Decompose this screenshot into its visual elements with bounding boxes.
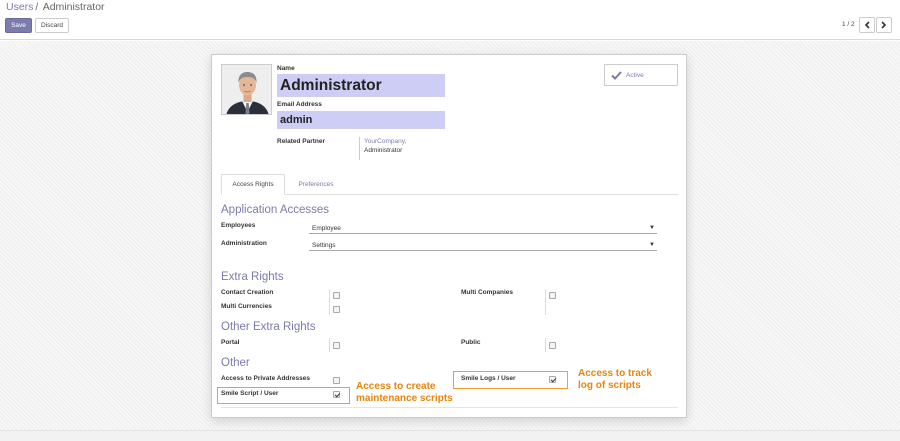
footer-strip (0, 430, 900, 441)
related-partner-name: Administrator (364, 147, 403, 154)
employees-select[interactable]: Employee ▼ (309, 223, 657, 234)
employees-label: Employees (221, 222, 256, 229)
save-button[interactable]: Save (5, 18, 32, 33)
sheet-divider (221, 407, 678, 408)
breadcrumb-separator: / (35, 1, 39, 13)
tab-access-rights[interactable]: Access Rights (221, 174, 285, 195)
pager-value[interactable]: 1 / 2 (842, 21, 855, 28)
form-sheet: Name Administrator Email Address admin R… (211, 54, 687, 418)
portal-label: Portal (221, 339, 240, 346)
field-divider (545, 338, 546, 352)
contact-creation-checkbox[interactable] (333, 292, 340, 299)
chevron-right-icon (881, 21, 887, 29)
name-input[interactable]: Administrator (277, 74, 445, 97)
portal-checkbox[interactable] (333, 342, 340, 349)
related-partner-label: Related Partner (277, 138, 326, 145)
user-avatar[interactable] (221, 64, 272, 115)
private-addresses-checkbox[interactable] (333, 377, 340, 384)
tab-preferences[interactable]: Preferences (286, 174, 346, 195)
check-icon (611, 70, 622, 80)
field-divider (545, 289, 546, 315)
active-label: Active (626, 71, 644, 79)
chevron-down-icon: ▼ (649, 242, 655, 248)
logs-annotation: Access to track log of scripts (578, 368, 652, 391)
email-label: Email Address (277, 101, 322, 108)
smile-logs-checkbox[interactable] (549, 376, 556, 383)
smile-script-checkbox[interactable] (333, 391, 340, 398)
related-partner-link[interactable]: YourCompany, (364, 137, 439, 146)
script-annotation: Access to create maintenance scripts (356, 381, 453, 404)
discard-button[interactable]: Discard (35, 18, 69, 33)
smile-script-label: Smile Script / User (221, 390, 279, 397)
other-title: Other (221, 357, 250, 369)
other-extra-rights-title: Other Extra Rights (221, 321, 316, 333)
multi-companies-checkbox[interactable] (549, 292, 556, 299)
pager-next-button[interactable] (876, 17, 892, 33)
breadcrumb-current: Administrator (42, 1, 105, 13)
multi-currencies-label: Multi Currencies (221, 303, 272, 310)
extra-rights-title: Extra Rights (221, 271, 284, 283)
breadcrumb: Users / Administrator (6, 1, 105, 13)
administration-select-value: Settings (312, 242, 336, 249)
multi-companies-label: Multi Companies (461, 289, 514, 296)
name-label: Name (277, 65, 295, 72)
public-label: Public (461, 339, 481, 346)
pager-previous-button[interactable] (859, 17, 875, 33)
chevron-left-icon (864, 21, 870, 29)
application-accesses-title: Application Accesses (221, 204, 330, 216)
contact-creation-label: Contact Creation (221, 289, 274, 296)
control-panel: Users / Administrator Save Discard 1 / 2 (0, 0, 900, 40)
smile-logs-label: Smile Logs / User (461, 375, 516, 382)
tab-bar: Access Rights Preferences (221, 174, 678, 195)
administration-label: Administration (221, 240, 267, 247)
multi-currencies-checkbox[interactable] (333, 306, 340, 313)
related-partner-field: YourCompany, Administrator (359, 137, 439, 160)
public-checkbox[interactable] (549, 342, 556, 349)
chevron-down-icon: ▼ (649, 225, 655, 231)
private-addresses-label: Access to Private Addresses (221, 375, 311, 382)
administration-select[interactable]: Settings ▼ (309, 240, 657, 251)
field-divider (329, 289, 330, 315)
active-toggle-button[interactable]: Active (604, 64, 678, 86)
email-input[interactable]: admin (277, 111, 445, 129)
breadcrumb-users-link[interactable]: Users (6, 1, 33, 13)
employees-select-value: Employee (312, 225, 341, 232)
user-photo (222, 65, 271, 114)
field-divider (329, 338, 330, 352)
